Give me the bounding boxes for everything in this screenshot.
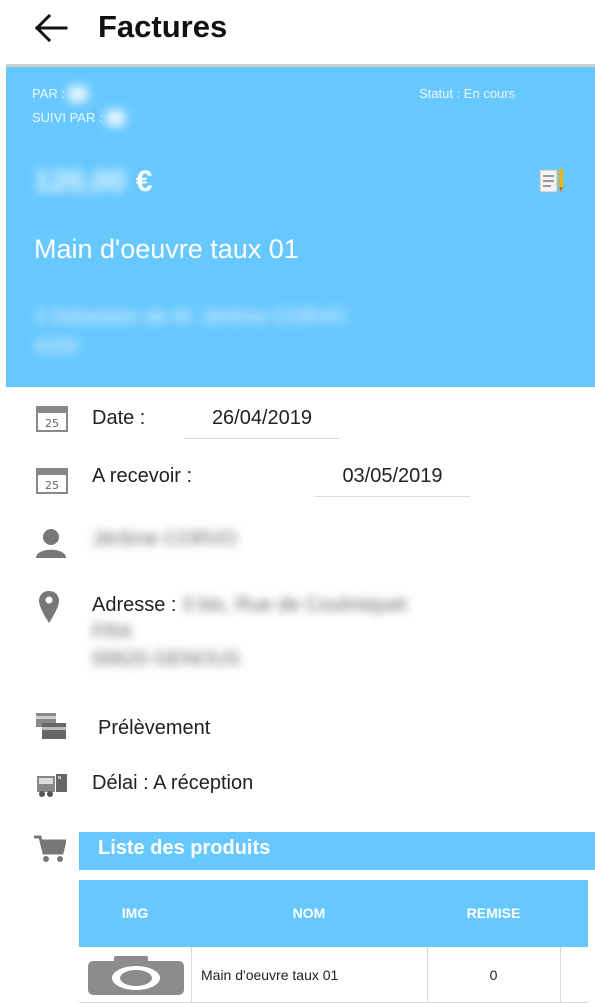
followed-by: SUIVI PAR : ██ [32,110,125,125]
product-name: Main d'oeuvre taux 01 [201,967,339,983]
calendar-icon: 25 [36,468,68,494]
calendar-day: 25 [45,417,59,430]
products-list-header: Liste des produits [79,832,595,870]
payment-card-icon [36,713,66,739]
column-header-name: NOM [292,905,326,921]
calendar-day: 25 [45,479,59,492]
shopping-cart-icon [34,835,66,862]
arrow-left-icon[interactable] [34,13,68,43]
due-date-label: A recevoir : [92,465,193,487]
address-label: Adresse : [92,594,177,616]
edit-document-icon[interactable] [539,167,565,195]
header-address: 3 Sebastien de M. Jérôme CORVO 4200 [34,306,346,358]
products-table: IMG NOM REMISE Main d'oeuvre taux 01 0 [79,880,588,1003]
created-by: PAR : ██ [32,86,88,101]
product-image [83,947,189,1003]
table-row[interactable]: Main d'oeuvre taux 01 0 [79,947,588,1003]
invoice-summary-card: PAR : ██ SUIVI PAR : ██ Statut : En cour… [6,67,595,387]
amount: 120,00 € [34,165,153,198]
delivery-truck-icon [37,774,67,797]
products-title: Liste des produits [98,837,271,859]
cell-divider [191,947,192,1003]
location-pin-icon [39,591,59,623]
due-date-field[interactable]: 03/05/2019 [315,465,470,497]
payment-delay: Délai : A réception [92,772,254,794]
payment-method: Prélèvement [98,717,211,739]
column-header-discount: REMISE [466,905,521,921]
app-bar: Factures [0,0,595,60]
column-header-img: IMG [121,905,149,921]
date-label: Date : [92,407,146,429]
calendar-icon: 25 [36,406,68,432]
status-label: Statut : En cours [419,86,516,101]
person-icon [36,529,66,558]
date-field[interactable]: 26/04/2019 [184,407,340,439]
cell-divider [560,947,561,1003]
product-discount: 0 [489,967,498,983]
invoice-title: Main d'oeuvre taux 01 [34,234,299,264]
customer-name: Jérôme CORVO [92,528,238,550]
camera-icon [88,956,184,995]
table-header: IMG NOM REMISE [79,880,588,947]
page-title: Factures [98,9,228,44]
address-block: Adresse : 3 bis, Rue de Coulmiquet FRA 0… [92,594,407,670]
